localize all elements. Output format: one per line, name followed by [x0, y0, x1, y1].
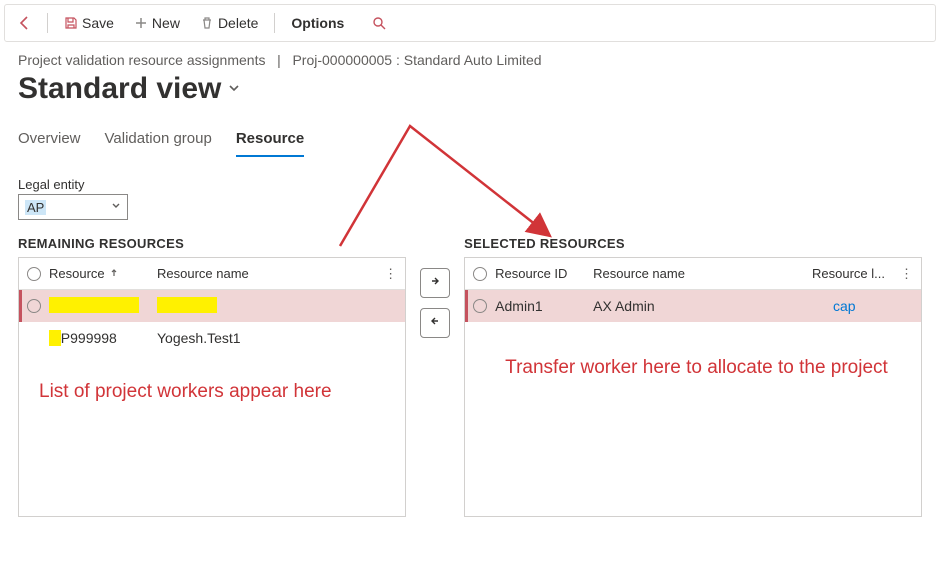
col-resource-name[interactable]: Resource name	[593, 266, 804, 281]
remaining-panel: REMAINING RESOURCES Resource Resource na…	[18, 236, 406, 517]
remaining-title: REMAINING RESOURCES	[18, 236, 406, 251]
row-radio[interactable]	[473, 299, 487, 313]
grid-more-button[interactable]: ⋮	[384, 266, 397, 282]
breadcrumb-context: Proj-000000005 : Standard Auto Limited	[292, 52, 541, 68]
breadcrumb: Project validation resource assignments …	[18, 52, 922, 68]
cell-resource-legal: cap	[833, 298, 913, 314]
col-resource-name[interactable]: Resource name	[157, 266, 376, 281]
move-left-button[interactable]	[420, 308, 450, 338]
save-disk-icon	[64, 16, 78, 30]
search-icon	[372, 16, 387, 31]
cell-resource-name: Yogesh.Test1	[157, 330, 397, 346]
more-vertical-icon: ⋮	[384, 266, 397, 281]
col-resource[interactable]: Resource	[49, 266, 149, 281]
row-radio[interactable]	[27, 299, 41, 313]
plus-icon	[134, 16, 148, 30]
annotation-text: List of project workers appear here	[19, 354, 405, 407]
options-button[interactable]: Options	[283, 11, 352, 35]
select-all-radio[interactable]	[473, 267, 487, 281]
view-switcher[interactable]: Standard view	[18, 72, 922, 106]
selected-panel: SELECTED RESOURCES Resource ID Resource …	[464, 236, 922, 517]
cell-resource: P999998	[49, 330, 149, 346]
chevron-down-icon	[111, 201, 121, 214]
page-title: Standard view	[18, 72, 221, 106]
sort-asc-icon	[109, 266, 119, 281]
legal-entity-field: Legal entity AP	[18, 177, 922, 220]
toolbar-divider	[274, 13, 275, 33]
new-button[interactable]: New	[126, 11, 188, 35]
arrow-right-icon	[428, 274, 442, 293]
new-label: New	[152, 15, 180, 31]
tab-strip: Overview Validation group Resource	[18, 124, 922, 157]
cell-resource	[49, 297, 149, 316]
command-bar: Save New Delete Options	[4, 4, 936, 42]
save-button[interactable]: Save	[56, 11, 122, 35]
tab-resource[interactable]: Resource	[236, 124, 304, 157]
more-vertical-icon: ⋮	[900, 266, 913, 281]
legal-entity-label: Legal entity	[18, 177, 922, 192]
back-button[interactable]	[11, 11, 39, 35]
cell-resource-name: AX Admin	[593, 298, 825, 314]
grid-more-button[interactable]: ⋮	[900, 266, 913, 282]
remaining-grid: Resource Resource name ⋮	[18, 257, 406, 517]
delete-button[interactable]: Delete	[192, 11, 266, 35]
table-row[interactable]	[19, 290, 405, 322]
col-resource-legal[interactable]: Resource l...	[812, 266, 892, 281]
tab-overview[interactable]: Overview	[18, 124, 81, 157]
remaining-grid-header: Resource Resource name ⋮	[19, 258, 405, 290]
legal-entity-select[interactable]: AP	[18, 194, 128, 220]
cell-resource-id: Admin1	[495, 298, 585, 314]
table-row[interactable]: P999998 Yogesh.Test1	[19, 322, 405, 354]
options-label: Options	[291, 15, 344, 31]
tab-validation-group[interactable]: Validation group	[105, 124, 212, 157]
table-row[interactable]: Admin1 AX Admin cap	[465, 290, 921, 322]
selected-grid: Resource ID Resource name Resource l... …	[464, 257, 922, 517]
annotation-text: Transfer worker here to allocate to the …	[505, 354, 888, 383]
legal-entity-value: AP	[25, 200, 46, 215]
select-all-radio[interactable]	[27, 267, 41, 281]
back-arrow-icon	[17, 15, 33, 31]
breadcrumb-module: Project validation resource assignments	[18, 52, 265, 68]
cell-resource-name	[157, 297, 397, 316]
selected-title: SELECTED RESOURCES	[464, 236, 922, 251]
search-button[interactable]	[366, 12, 393, 35]
arrow-left-icon	[428, 314, 442, 333]
move-right-button[interactable]	[420, 268, 450, 298]
breadcrumb-sep: |	[277, 52, 281, 68]
selected-grid-header: Resource ID Resource name Resource l... …	[465, 258, 921, 290]
save-label: Save	[82, 15, 114, 31]
trash-icon	[200, 16, 214, 30]
toolbar-divider	[47, 13, 48, 33]
transfer-buttons	[420, 268, 450, 338]
chevron-down-icon	[227, 79, 241, 100]
col-resource-id[interactable]: Resource ID	[495, 266, 585, 281]
delete-label: Delete	[218, 15, 258, 31]
